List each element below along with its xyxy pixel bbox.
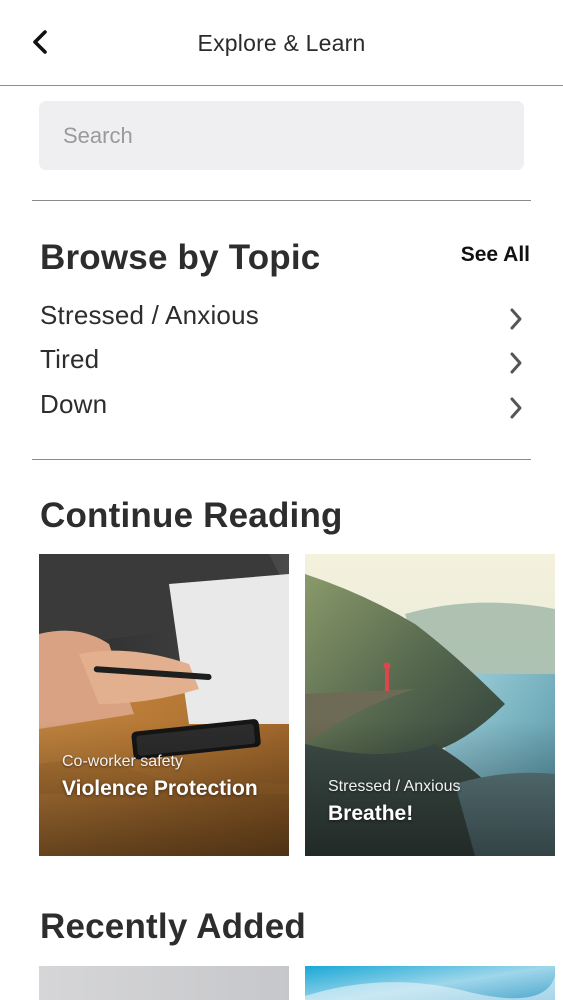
divider <box>32 459 531 460</box>
article-image <box>305 966 555 1000</box>
recently-added-title: Recently Added <box>40 907 307 946</box>
topic-item-stressed-anxious[interactable]: Stressed / Anxious <box>40 298 530 340</box>
card-category: Co-worker safety <box>62 753 183 770</box>
chevron-right-icon <box>510 352 522 374</box>
divider <box>32 200 531 201</box>
top-bar: Explore & Learn <box>0 0 563 86</box>
page-title: Explore & Learn <box>197 30 366 56</box>
chevron-right-icon <box>510 397 522 419</box>
article-card-breathe[interactable]: Stressed / Anxious Breathe! <box>305 554 555 856</box>
article-card[interactable] <box>305 966 555 1000</box>
topic-item-tired[interactable]: Tired <box>40 342 530 384</box>
card-category: Stressed / Anxious <box>328 778 461 795</box>
article-image <box>39 554 289 856</box>
see-all-link[interactable]: See All <box>461 243 530 267</box>
card-title: Violence Protection <box>62 777 258 800</box>
topic-label: Tired <box>40 344 100 374</box>
article-card[interactable] <box>39 966 289 1000</box>
topic-item-down[interactable]: Down <box>40 387 530 429</box>
article-image <box>39 966 289 1000</box>
browse-section-title: Browse by Topic <box>40 238 321 277</box>
article-card-violence-protection[interactable]: Co-worker safety Violence Protection <box>39 554 289 856</box>
search-input[interactable] <box>39 101 524 170</box>
chevron-right-icon <box>510 308 522 330</box>
card-title: Breathe! <box>328 802 414 825</box>
topic-label: Down <box>40 389 108 419</box>
topic-label: Stressed / Anxious <box>40 300 259 330</box>
continue-reading-title: Continue Reading <box>40 496 343 535</box>
